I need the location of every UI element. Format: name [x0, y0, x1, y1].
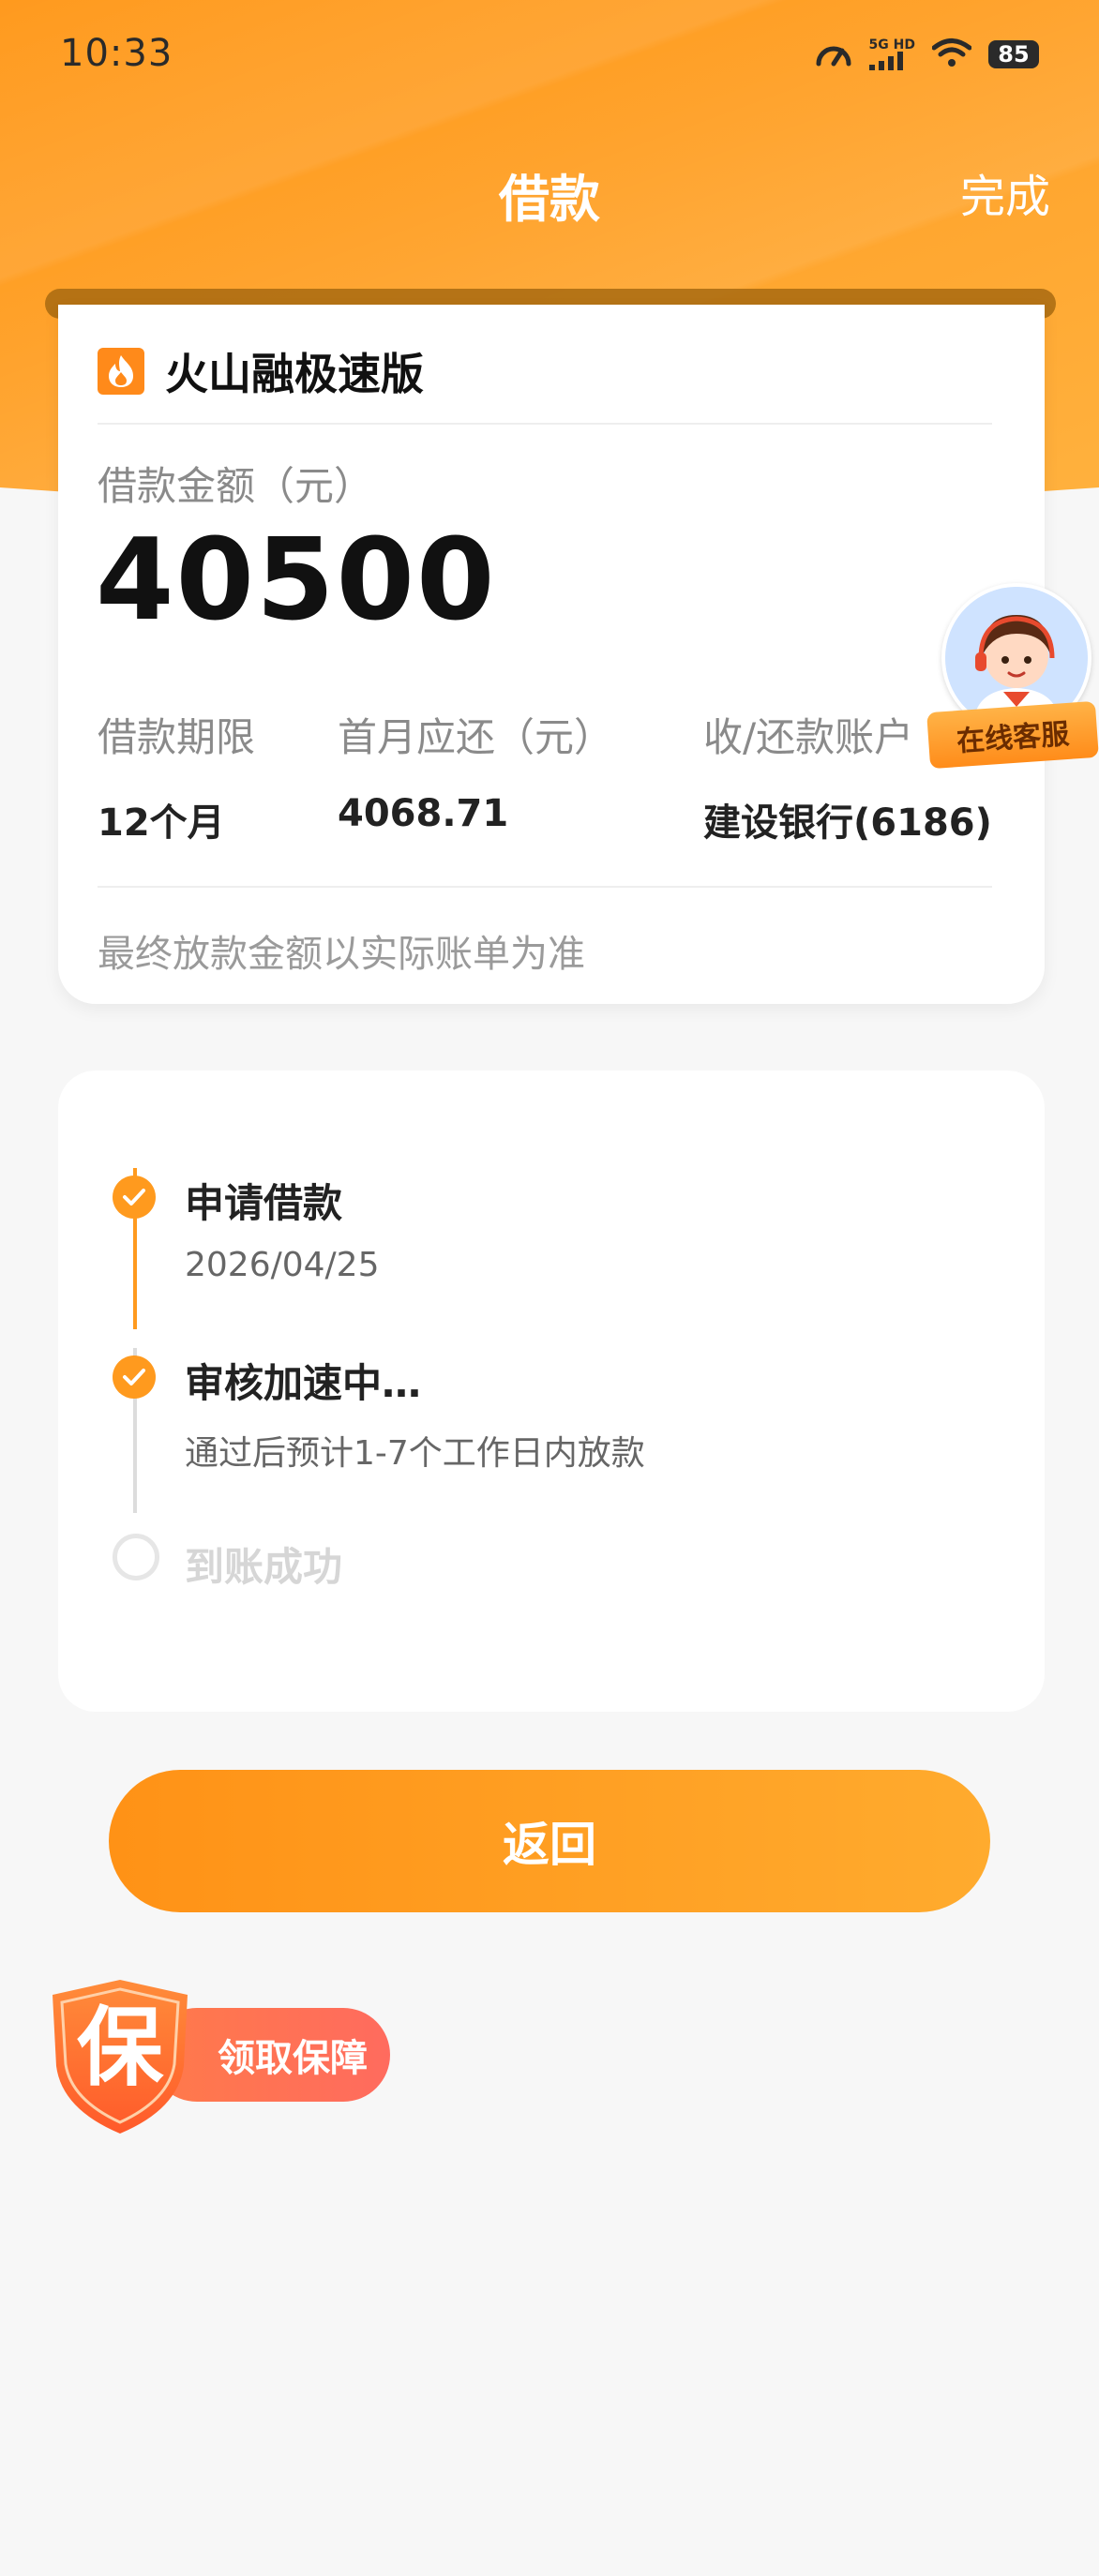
online-service-label: 在线客服	[926, 700, 1099, 770]
disclaimer-note: 最终放款金额以实际账单为准	[98, 933, 585, 976]
first-payment-value: 4068.71	[338, 792, 509, 835]
brand-header: 火山融极速版	[98, 340, 424, 402]
network-type: 5G HD	[868, 37, 915, 52]
step-arrived: 到账成功	[185, 1535, 342, 1593]
done-button[interactable]: 完成	[960, 159, 1050, 225]
step-review: 审核加速中… 通过后预计1-7个工作日内放款	[185, 1352, 645, 1475]
step-title: 申请借款	[185, 1180, 343, 1226]
account-value: 建设银行(6186)	[703, 801, 992, 845]
step-subtitle: 通过后预计1-7个工作日内放款	[185, 1434, 645, 1473]
divider	[98, 886, 992, 888]
page-title: 借款	[499, 170, 600, 229]
online-service-button[interactable]: 在线客服	[926, 583, 1099, 771]
term-label: 借款期限	[98, 714, 256, 760]
battery-indicator: 85	[988, 40, 1039, 68]
step-title: 到账成功	[185, 1544, 343, 1590]
claim-guarantee-badge[interactable]: 领取保障 保	[47, 1976, 394, 2145]
shield-icon: 保	[47, 1976, 193, 2137]
cellular-signal-icon: 5G HD	[868, 37, 915, 70]
step-title: 审核加速中…	[185, 1360, 422, 1406]
check-icon	[113, 1176, 156, 1219]
status-bar: 10:33 5G HD 85	[0, 0, 1099, 112]
back-button[interactable]: 返回	[109, 1770, 990, 1912]
progress-card: 申请借款 2026/04/25 审核加速中… 通过后预计1-7个工作日内放款 到…	[58, 1071, 1045, 1712]
check-icon	[113, 1355, 156, 1399]
product-name: 火山融极速版	[165, 349, 424, 399]
amount-label: 借款金额（元）	[98, 463, 374, 509]
pending-circle-icon	[113, 1534, 159, 1580]
status-icons: 5G HD 85	[815, 36, 1039, 73]
divider	[98, 423, 992, 425]
first-payment-label: 首月应还（元）	[338, 714, 614, 760]
step-subtitle: 2026/04/25	[185, 1246, 380, 1284]
status-time: 10:33	[60, 32, 173, 75]
loan-summary-card: 火山融极速版 借款金额（元） 40500 借款期限 首月应还（元） 收/还款账户…	[58, 305, 1045, 1004]
account-label: 收/还款账户	[703, 714, 914, 760]
guarantee-char: 保	[76, 1998, 163, 2098]
step-apply: 申请借款 2026/04/25	[185, 1172, 380, 1284]
term-value: 12个月	[98, 801, 225, 845]
loan-amount: 40500	[96, 516, 497, 646]
flame-icon	[98, 348, 144, 395]
speed-icon	[815, 36, 852, 73]
wifi-icon	[931, 37, 972, 71]
